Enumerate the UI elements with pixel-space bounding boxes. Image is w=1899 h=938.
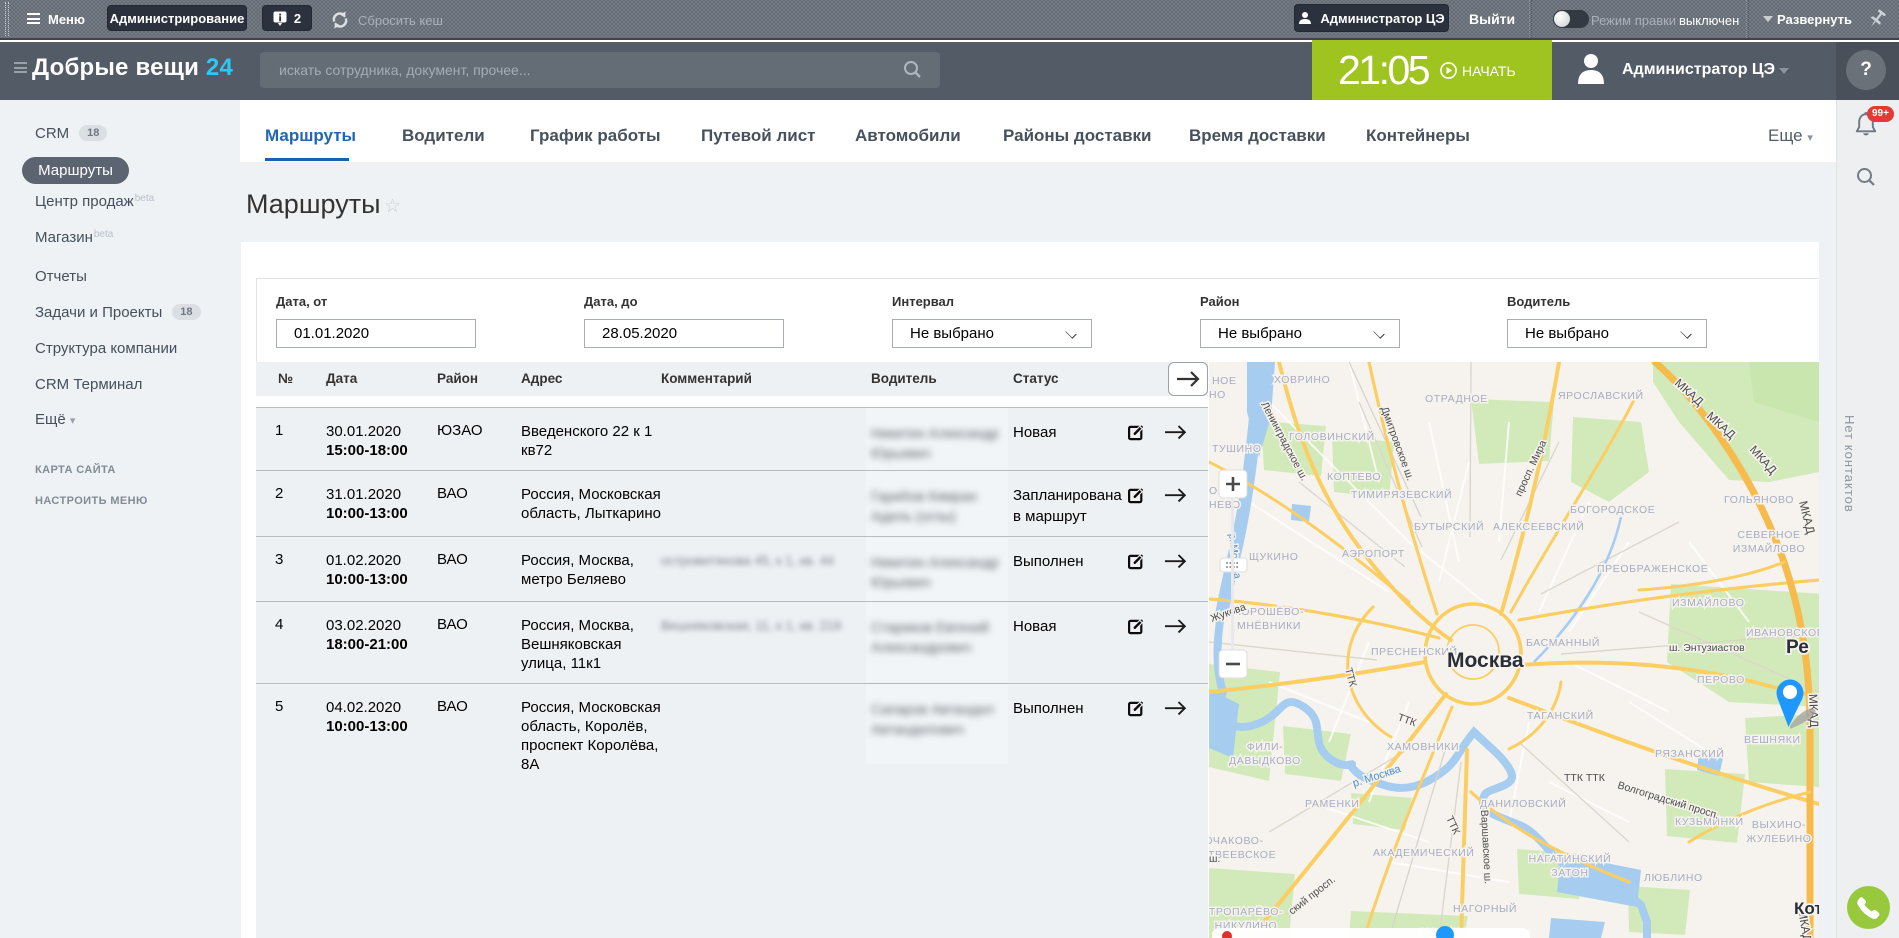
svg-text:ТРОПАРЁВО-: ТРОПАРЁВО- xyxy=(1209,906,1283,918)
svg-text:БОГОРОДСКОЕ: БОГОРОДСКОЕ xyxy=(1570,504,1655,516)
svg-text:СЕВЕРНОЕ: СЕВЕРНОЕ xyxy=(1737,529,1800,541)
svg-text:ЖУЛЕБИНО: ЖУЛЕБИНО xyxy=(1746,833,1811,845)
svg-text:ХАМОВНИКИ: ХАМОВНИКИ xyxy=(1387,741,1459,753)
svg-text:ПРЕОБРАЖЕНСКОЕ: ПРЕОБРАЖЕНСКОЕ xyxy=(1597,563,1708,575)
svg-text:ЗАТОН: ЗАТОН xyxy=(1551,867,1588,879)
svg-text:ВЫХИНО-: ВЫХИНО- xyxy=(1752,819,1806,831)
svg-text:ХОВРИНО: ХОВРИНО xyxy=(1274,374,1330,386)
svg-text:ВЕШНЯКИ: ВЕШНЯКИ xyxy=(1744,734,1801,746)
svg-text:ТИМИРЯЗЕВСКИЙ: ТИМИРЯЗЕВСКИЙ xyxy=(1351,488,1452,501)
svg-text:НОЕ: НОЕ xyxy=(1212,375,1237,387)
svg-text:БУТЫРСКИЙ: БУТЫРСКИЙ xyxy=(1414,520,1484,533)
svg-text:МНЁВНИКИ: МНЁВНИКИ xyxy=(1237,620,1301,632)
svg-text:ГОЛЬЯНОВО: ГОЛЬЯНОВО xyxy=(1724,494,1794,506)
svg-text:ТУШИНО: ТУШИНО xyxy=(1212,443,1262,455)
svg-text:АКАДЕМИЧЕСКИЙ: АКАДЕМИЧЕСКИЙ xyxy=(1373,846,1474,859)
svg-text:ОТРАДНОЕ: ОТРАДНОЕ xyxy=(1425,393,1488,405)
svg-text:Кот: Кот xyxy=(1794,899,1819,918)
svg-text:АЭРОПОРТ: АЭРОПОРТ xyxy=(1342,548,1405,560)
svg-text:ПРЕСНЕНСКИЙ: ПРЕСНЕНСКИЙ xyxy=(1371,645,1458,658)
svg-text:Ре: Ре xyxy=(1786,637,1809,658)
svg-text:НО: НО xyxy=(1209,389,1226,401)
svg-text:ш.: ш. xyxy=(1209,853,1220,865)
svg-text:ГОЛОВИНСКИЙ: ГОЛОВИНСКИЙ xyxy=(1289,430,1375,443)
svg-text:ЩУКИНО: ЩУКИНО xyxy=(1249,551,1299,563)
svg-text:ЯРОСЛАВСКИЙ: ЯРОСЛАВСКИЙ xyxy=(1558,389,1644,402)
svg-text:РЯЗАНСКИЙ: РЯЗАНСКИЙ xyxy=(1655,747,1724,760)
svg-text:КОПТЕВО: КОПТЕВО xyxy=(1327,471,1381,483)
svg-text:ш. Энтузиастов: ш. Энтузиастов xyxy=(1669,642,1745,654)
svg-text:НЕВО: НЕВО xyxy=(1209,499,1241,511)
svg-text:ТАГАНСКИЙ: ТАГАНСКИЙ xyxy=(1527,709,1594,722)
svg-text:ПЕРОВО: ПЕРОВО xyxy=(1697,674,1745,686)
svg-text:ФИЛИ-: ФИЛИ- xyxy=(1247,741,1283,753)
svg-text:БАСМАННЫЙ: БАСМАННЫЙ xyxy=(1526,636,1600,649)
svg-text:ИЗМАЙЛОВО: ИЗМАЙЛОВО xyxy=(1733,542,1805,555)
svg-text:ДАВЫДКОВО: ДАВЫДКОВО xyxy=(1229,755,1301,767)
svg-text:ОЧАКОВО-: ОЧАКОВО- xyxy=(1209,835,1264,847)
svg-text:ЛЮБЛИНО: ЛЮБЛИНО xyxy=(1644,872,1703,884)
svg-text:ТТК ТТК: ТТК ТТК xyxy=(1564,772,1606,784)
svg-text:ДАНИЛОВСКИЙ: ДАНИЛОВСКИЙ xyxy=(1480,797,1566,810)
svg-text:ИЗМАЙЛОВО: ИЗМАЙЛОВО xyxy=(1672,596,1744,609)
svg-text:НАГОРНЫЙ: НАГОРНЫЙ xyxy=(1453,902,1517,915)
svg-text:АЛЕКСЕЕВСКИЙ: АЛЕКСЕЕВСКИЙ xyxy=(1493,520,1584,533)
svg-text:РАМЕНКИ: РАМЕНКИ xyxy=(1305,798,1360,810)
svg-text:Москва: Москва xyxy=(1447,649,1524,672)
svg-text:НАГАТИНСКИЙ: НАГАТИНСКИЙ xyxy=(1529,852,1612,865)
